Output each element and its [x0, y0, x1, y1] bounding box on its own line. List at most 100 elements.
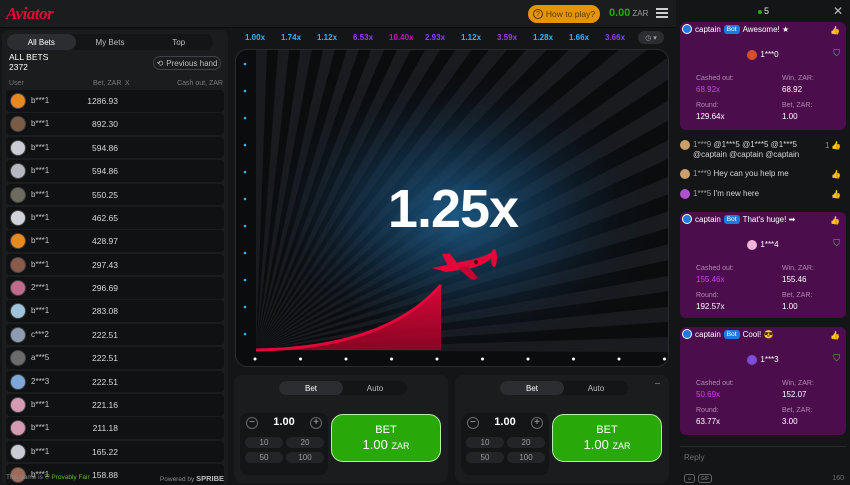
x-axis-dot [435, 357, 439, 361]
quick-stake-50[interactable]: 50 [245, 452, 283, 463]
quick-stake-10[interactable]: 10 [466, 437, 504, 448]
bet-amount: 222.51 [92, 353, 118, 364]
tab-bet[interactable]: Bet [279, 381, 343, 395]
cashed-out-label: Cashed out: [696, 75, 734, 82]
quick-stake-100[interactable]: 100 [286, 452, 324, 463]
thumbs-up-icon[interactable]: 👍 [831, 170, 841, 179]
card-message: Awesome! ★ [742, 24, 790, 34]
multiplier-chip[interactable]: 6.53x [353, 33, 373, 42]
x-axis-dot [572, 357, 575, 361]
all-bets-count: ALL BETS 2372 [9, 52, 48, 72]
tab-all-bets[interactable]: All Bets [7, 34, 76, 50]
tab-my-bets[interactable]: My Bets [76, 34, 145, 50]
thumbs-up-icon[interactable]: 👍 [831, 141, 841, 150]
round-label: Round: [696, 292, 719, 299]
remove-panel-button[interactable]: − [652, 380, 663, 391]
avatar [10, 139, 26, 156]
history-dropdown-button[interactable]: ◷ ▾ [638, 31, 664, 44]
bets-list: b***1 1286.93 b***1 892.30 b***1 594.86 b***1 5… [6, 90, 224, 485]
tab-bet[interactable]: Bet [500, 381, 564, 395]
card-header: captain Bot That's huge! ➡ [682, 214, 795, 224]
multiplier-history: 1.00x 1.74x 1.12x 6.53x 10.40x 2.93x 1.12x 3.59… [242, 31, 666, 45]
multiplier-chip[interactable]: 1.28x [533, 33, 553, 42]
avatar [10, 326, 26, 343]
provably-fair-label: Provably Fair [51, 474, 90, 481]
close-icon[interactable]: ✕ [833, 4, 843, 18]
card-header: captain Bot Cool! 😎 [682, 329, 773, 339]
multiplier-chip[interactable]: 10.40x [389, 33, 413, 42]
emoji-icon[interactable]: ☺ [684, 474, 695, 483]
col-cashout: Cash out, ZAR [177, 80, 223, 87]
bet-panel-1-tabs: Bet Auto [279, 381, 407, 395]
decrease-stake-button[interactable]: − [467, 417, 479, 429]
multiplier-chip[interactable]: 1.12x [461, 33, 481, 42]
menu-icon[interactable] [656, 8, 668, 18]
multiplier-chip[interactable]: 1.74x [281, 33, 301, 42]
thumbs-up-icon[interactable]: 👍 [831, 190, 841, 199]
reply-input[interactable]: Reply [684, 453, 704, 462]
avatar [10, 93, 26, 109]
previous-hand-button[interactable]: ⟲ Previous hand [153, 56, 221, 70]
previous-hand-label: Previous hand [166, 58, 218, 68]
online-dot-icon [758, 10, 762, 14]
tab-auto[interactable]: Auto [564, 381, 628, 395]
bet-user: 2***3 [31, 376, 50, 386]
tab-top[interactable]: Top [144, 34, 213, 50]
multiplier-chip[interactable]: 3.59x [497, 33, 517, 42]
bet-user: a***5 [31, 353, 50, 363]
quick-stake-50[interactable]: 50 [466, 452, 504, 463]
card-message: Cool! 😎 [742, 329, 774, 339]
win-share-card: captain Bot That's huge! ➡ 👍 1***4 ⛉ Cashed ou… [680, 212, 846, 318]
how-to-play-button[interactable]: ? How to play? [528, 5, 600, 23]
current-multiplier: 1.25x [387, 179, 519, 239]
multiplier-chip[interactable]: 1.12x [317, 33, 337, 42]
thumbs-up-icon[interactable]: 👍 [830, 216, 840, 225]
card-author: captain [695, 214, 721, 224]
powered-by-label: Powered by [159, 476, 195, 483]
quick-stake-10[interactable]: 10 [245, 437, 283, 448]
gif-button[interactable]: GIF [698, 474, 712, 483]
balance-currency: ZAR [632, 9, 649, 18]
stake-input[interactable]: 1.00 [260, 416, 308, 428]
chat-reply: Reply ☺ GIF 160 [680, 446, 846, 483]
bet-button[interactable]: BET 1.00 ZAR [552, 414, 662, 462]
table-row: b***1 594.86 [6, 136, 224, 159]
multiplier-chip[interactable]: 1.66x [569, 33, 589, 42]
bet-user: b***1 [31, 399, 50, 409]
powered-by: Powered by SPRIBE [160, 474, 224, 483]
win-share-card: captain Bot Awesome! ★ 👍 1***0 ⛉ Cashed out: 68… [680, 22, 846, 130]
bet-user: b***1 [31, 306, 50, 316]
stake-input[interactable]: 1.00 [481, 416, 529, 428]
top-bar: Aviator ? How to play? 0.00 ZAR [0, 0, 676, 28]
avatar [10, 373, 26, 390]
bet-amount: 462.65 [92, 212, 118, 223]
quick-stake-100[interactable]: 100 [507, 452, 545, 463]
quick-stake-20[interactable]: 20 [507, 437, 545, 448]
decrease-stake-button[interactable]: − [246, 417, 258, 429]
provably-fair[interactable]: This game is ⛉ Provably Fair [6, 474, 90, 482]
quick-stake-20[interactable]: 20 [286, 437, 324, 448]
card-message: That's huge! ➡ [742, 214, 796, 224]
stake-control: − 1.00 + 10 20 50 100 [461, 413, 549, 475]
round-label: Round: [696, 407, 719, 414]
bet-button[interactable]: BET 1.00 ZAR [331, 414, 441, 462]
avatar [680, 140, 690, 150]
balance-value: 0.00 [609, 7, 631, 19]
win-value: 68.92 [782, 85, 803, 94]
avatar [682, 329, 692, 339]
multiplier-chip[interactable]: 3.66x [605, 33, 625, 42]
multiplier-chip[interactable]: 1.00x [245, 33, 265, 42]
increase-stake-button[interactable]: + [531, 417, 543, 429]
bet-label: Bet, ZAR: [782, 292, 813, 299]
thumbs-up-icon[interactable]: 👍 [830, 26, 840, 35]
chat-message: 1***9 @1***5 @1***5 @1***5 @captain @capt… [680, 140, 799, 160]
avatar [682, 214, 692, 224]
bet-user: c***2 [31, 329, 49, 339]
multiplier-chip[interactable]: 2.93x [425, 33, 445, 42]
this-game-is-label: This game is [6, 474, 43, 481]
bet-button-amount: 1.00 [583, 437, 609, 452]
bet-amount: 222.51 [92, 329, 118, 340]
thumbs-up-icon[interactable]: 👍 [830, 331, 840, 340]
tab-auto[interactable]: Auto [343, 381, 407, 395]
increase-stake-button[interactable]: + [310, 417, 322, 429]
